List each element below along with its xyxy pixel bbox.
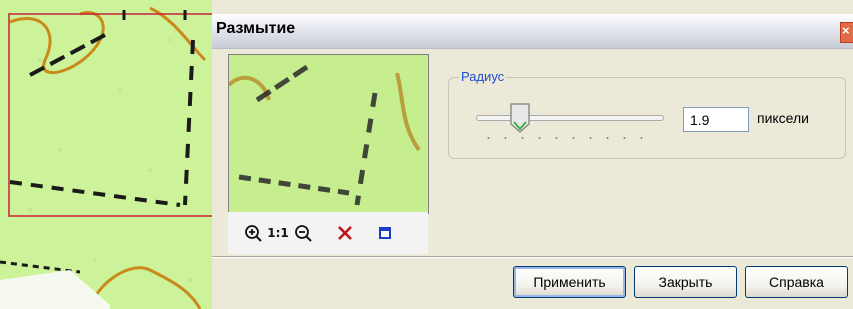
radius-value-input[interactable] (683, 107, 749, 132)
apply-button[interactable]: Применить (513, 266, 626, 298)
zoom-in-icon[interactable] (242, 212, 264, 254)
actual-size-button[interactable]: 1:1 (266, 212, 290, 254)
map-canvas[interactable] (0, 0, 212, 309)
blur-preview[interactable] (228, 54, 429, 214)
radius-slider-thumb[interactable] (508, 102, 532, 134)
close-icon[interactable]: × (840, 22, 853, 43)
slider-ticks (480, 137, 655, 139)
square-icon[interactable] (374, 212, 396, 254)
radius-slider-track[interactable] (476, 115, 664, 121)
zoom-out-icon[interactable] (292, 212, 314, 254)
radius-group-label: Радиус (459, 69, 507, 84)
close-glyph: × (842, 23, 850, 38)
button-row-separator (212, 256, 853, 258)
preview-toolbar: 1:1 (228, 212, 428, 254)
blur-dialog: Размытие × 1:1 Радиус 1.9 пиксели Примен… (212, 0, 853, 309)
x-icon[interactable] (334, 212, 356, 254)
actual-size-label: 1:1 (267, 226, 289, 240)
title-bar[interactable]: Размытие × (212, 14, 853, 49)
close-button[interactable]: Закрыть (634, 266, 737, 298)
dialog-title: Размытие (216, 20, 296, 37)
radius-units-label: пиксели (757, 110, 809, 126)
help-button[interactable]: Справка (745, 266, 848, 298)
dialog-top-edge (212, 0, 853, 14)
